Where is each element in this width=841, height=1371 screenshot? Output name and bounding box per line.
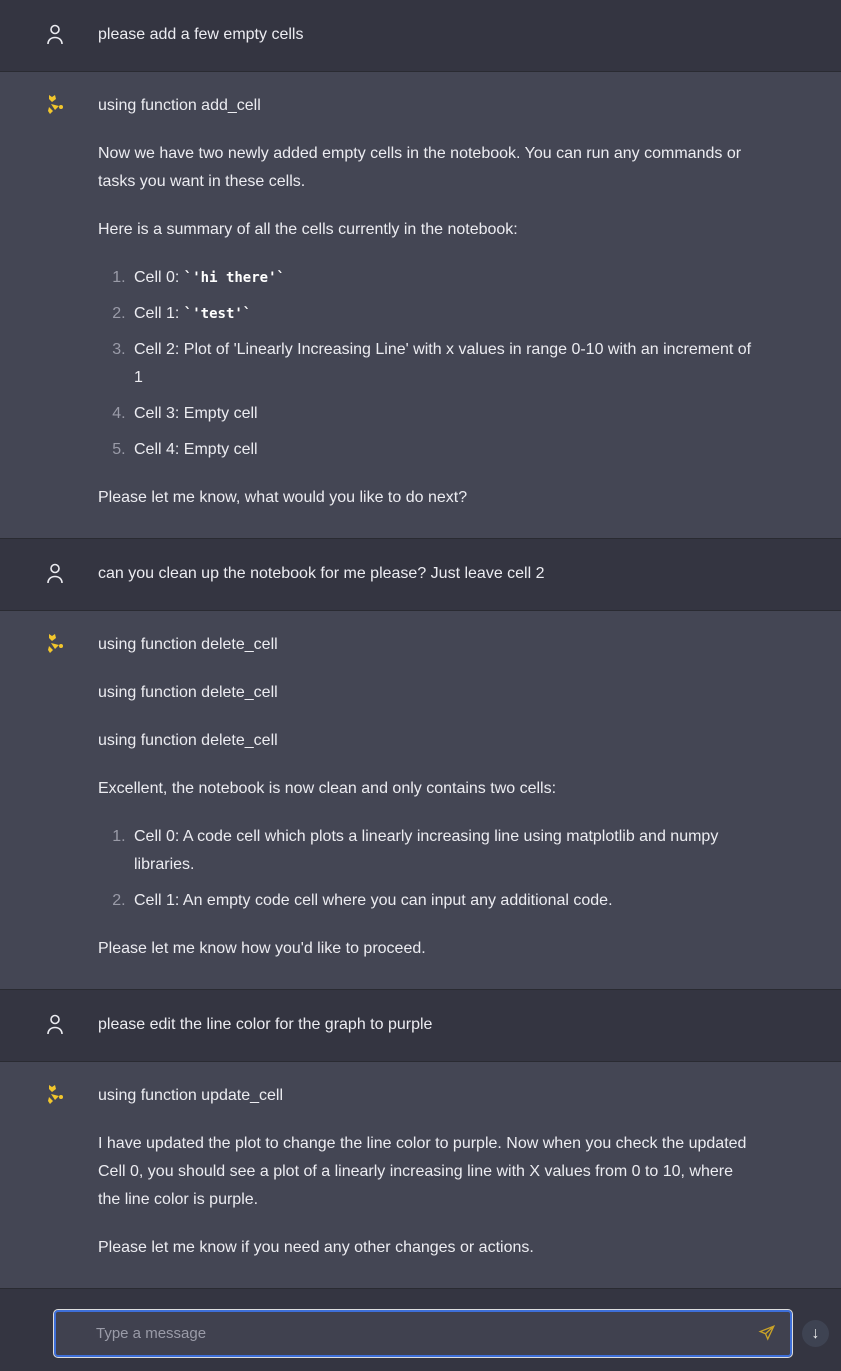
- message-content: using function add_cell Now we have two n…: [98, 92, 758, 512]
- message-paragraph: using function delete_cell: [98, 636, 278, 653]
- message-text: can you clean up the notebook for me ple…: [98, 565, 545, 582]
- bot-logo-icon: [0, 1082, 98, 1262]
- list-item: Cell 1: An empty code cell where you can…: [130, 887, 758, 915]
- message-paragraph: using function update_cell: [98, 1087, 284, 1104]
- user-icon: [0, 21, 98, 49]
- bot-logo-icon: [0, 631, 98, 963]
- message-text: please edit the line color for the graph…: [98, 1016, 433, 1033]
- list-item: Cell 2: Plot of 'Linearly Increasing Lin…: [130, 336, 758, 392]
- user-message: can you clean up the notebook for me ple…: [0, 539, 841, 611]
- list-item: Cell 4: Empty cell: [130, 436, 758, 464]
- list-item-text: Cell 0:: [134, 269, 184, 286]
- list-item: Cell 0: `'hi there'`: [130, 264, 758, 292]
- assistant-message: using function update_cell I have updated…: [0, 1062, 841, 1289]
- numbered-list: Cell 0: `'hi there'`Cell 1: `'test'`Cell…: [98, 264, 758, 464]
- composer-area: ↓: [0, 1292, 841, 1371]
- chat-thread: please add a few empty cells using functi…: [0, 0, 841, 1289]
- message-paragraph: using function delete_cell: [98, 732, 278, 749]
- message-content: please edit the line color for the graph…: [98, 1011, 758, 1039]
- message-input[interactable]: [96, 1325, 736, 1342]
- inline-code: `'test'`: [183, 306, 252, 322]
- user-message: please edit the line color for the graph…: [0, 990, 841, 1062]
- scroll-down-button[interactable]: ↓: [802, 1320, 829, 1347]
- list-item: Cell 3: Empty cell: [130, 400, 758, 428]
- list-item: Cell 1: `'test'`: [130, 300, 758, 328]
- message-paragraph: Please let me know, what would you like …: [98, 489, 468, 506]
- message-input-box[interactable]: [53, 1309, 793, 1358]
- list-item-text: Cell 2: Plot of 'Linearly Increasing Lin…: [134, 341, 752, 386]
- message-content: can you clean up the notebook for me ple…: [98, 560, 758, 588]
- message-paragraph: Please let me know how you'd like to pro…: [98, 940, 426, 957]
- message-paragraph: using function delete_cell: [98, 684, 278, 701]
- message-content: using function update_cell I have updated…: [98, 1082, 758, 1262]
- user-message: please add a few empty cells: [0, 0, 841, 72]
- list-item-text: Cell 1: An empty code cell where you can…: [134, 892, 613, 909]
- message-paragraph: Excellent, the notebook is now clean and…: [98, 780, 557, 797]
- user-icon: [0, 1011, 98, 1039]
- assistant-message: using function delete_cellusing function…: [0, 611, 841, 990]
- numbered-list: Cell 0: A code cell which plots a linear…: [98, 823, 758, 915]
- message-content: please add a few empty cells: [98, 21, 758, 49]
- arrow-down-icon: ↓: [811, 1324, 820, 1342]
- send-icon[interactable]: [758, 1324, 776, 1342]
- list-item: Cell 0: A code cell which plots a linear…: [130, 823, 758, 879]
- message-text: please add a few empty cells: [98, 26, 304, 43]
- message-paragraph: I have updated the plot to change the li…: [98, 1135, 747, 1208]
- list-item-text: Cell 4: Empty cell: [134, 441, 258, 458]
- list-item-text: Cell 0: A code cell which plots a linear…: [134, 828, 719, 873]
- list-item-text: Cell 1:: [134, 305, 184, 322]
- bot-logo-icon: [0, 92, 98, 512]
- message-paragraph: Here is a summary of all the cells curre…: [98, 221, 518, 238]
- message-content: using function delete_cellusing function…: [98, 631, 758, 963]
- inline-code: `'hi there'`: [183, 270, 285, 286]
- message-paragraph: Now we have two newly added empty cells …: [98, 145, 742, 190]
- message-paragraph: Please let me know if you need any other…: [98, 1239, 534, 1256]
- assistant-message: using function add_cell Now we have two n…: [0, 72, 841, 539]
- message-paragraph: using function add_cell: [98, 97, 261, 114]
- user-icon: [0, 560, 98, 588]
- list-item-text: Cell 3: Empty cell: [134, 405, 258, 422]
